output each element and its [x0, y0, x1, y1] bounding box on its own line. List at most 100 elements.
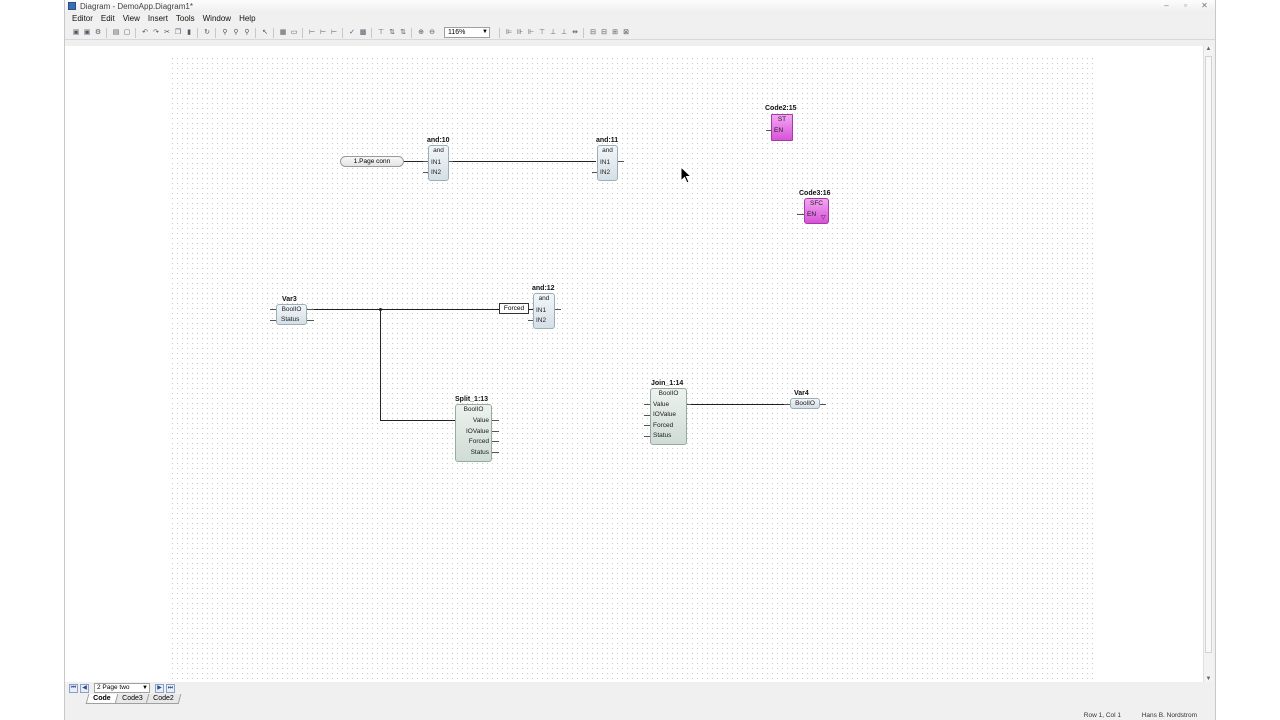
align-left-icon[interactable]: ⊫ — [504, 28, 514, 38]
save-icon[interactable]: ▣ — [71, 28, 81, 38]
replace-icon[interactable]: ⚲ — [242, 28, 252, 38]
menu-edit[interactable]: Edit — [97, 13, 119, 25]
frame-icon[interactable]: ▭ — [289, 28, 299, 38]
join-block[interactable]: BoolIO Value IOValue Forced Status — [650, 388, 687, 445]
variable-block[interactable]: BoolIO Status — [276, 304, 307, 325]
variable-block[interactable]: BoolIO — [790, 398, 820, 409]
menu-help[interactable]: Help — [235, 13, 259, 25]
close-button[interactable]: ✕ — [1196, 1, 1213, 12]
wire — [380, 420, 456, 421]
and-block[interactable]: and IN1 IN2 — [597, 145, 618, 181]
print-preview-icon[interactable]: ▢ — [122, 28, 132, 38]
cut-icon[interactable]: ✂ — [162, 28, 172, 38]
page-connector[interactable]: 1.Page conn — [340, 156, 404, 167]
compile-icon[interactable]: ▩ — [358, 28, 368, 38]
and-block[interactable]: and IN1 IN2 — [533, 293, 555, 329]
grid-icon[interactable]: ⊠ — [621, 28, 631, 38]
refresh-icon[interactable]: ↻ — [202, 28, 212, 38]
menu-window[interactable]: Window — [199, 13, 235, 25]
align-middle-icon[interactable]: ⊥ — [548, 28, 558, 38]
menu-view[interactable]: View — [119, 13, 144, 25]
pin-label: IN1 — [600, 159, 611, 166]
chevron-down-icon: ▼ — [482, 29, 488, 35]
undo-icon[interactable]: ↶ — [140, 28, 150, 38]
distribute-icon[interactable]: ⇹ — [570, 28, 580, 38]
pin-label: EN — [807, 211, 817, 218]
block-type: ST — [777, 116, 787, 123]
table-icon[interactable]: ▦ — [278, 28, 288, 38]
pointer-icon[interactable]: ↖ — [260, 28, 270, 38]
menu-bar: Editor Edit View Insert Tools Window Hel… — [65, 13, 1215, 25]
align-top-icon[interactable]: ⊤ — [537, 28, 547, 38]
tab-code2[interactable]: Code2 — [145, 694, 182, 704]
same-size-icon[interactable]: ⊞ — [610, 28, 620, 38]
scroll-up-icon[interactable]: ▲ — [1204, 46, 1213, 52]
user-name: Hans B. Nordstrom — [1141, 712, 1197, 719]
find-icon[interactable]: ⚲ — [220, 28, 230, 38]
copy-icon[interactable]: ❐ — [173, 28, 183, 38]
same-height-icon[interactable]: ⊟ — [599, 28, 609, 38]
block-name: Var3 — [282, 296, 297, 303]
prev-page-icon[interactable]: ◀ — [80, 683, 89, 693]
scroll-down-icon[interactable]: ▼ — [1204, 676, 1213, 682]
menu-tools[interactable]: Tools — [172, 13, 199, 25]
wire — [314, 309, 499, 310]
diagram-canvas[interactable] — [65, 46, 1205, 682]
block-name: and:11 — [596, 137, 619, 144]
block-type: SFC — [810, 200, 823, 207]
code-sfc-block[interactable]: SFC EN ▽ — [804, 198, 829, 224]
pin-label: IN1 — [431, 159, 442, 166]
block-type: and — [433, 147, 444, 154]
align-center-icon[interactable]: ⊪ — [515, 28, 525, 38]
maximize-button[interactable]: ▫ — [1177, 1, 1194, 12]
menu-editor[interactable]: Editor — [68, 13, 97, 25]
page-select[interactable]: 2 Page two ▼ — [94, 683, 150, 693]
zoom-in-icon[interactable]: ⊕ — [416, 28, 426, 38]
last-page-icon[interactable]: ⏭ — [166, 683, 175, 693]
build-icon[interactable]: ⚙ — [93, 28, 103, 38]
code-st-block[interactable]: ST EN — [771, 114, 793, 141]
variable-reference-tag[interactable]: Forced — [499, 303, 529, 314]
chevron-down-icon: ▼ — [142, 685, 148, 691]
and-block[interactable]: and IN1 IN2 — [428, 145, 449, 181]
tab-code[interactable]: Code — [85, 694, 118, 704]
zoom-select[interactable]: 116% ▼ — [444, 27, 490, 38]
tab-code3[interactable]: Code3 — [114, 694, 150, 704]
block-type: and — [538, 295, 550, 302]
same-width-icon[interactable]: ⊟ — [588, 28, 598, 38]
pin-label: IOValue — [653, 411, 677, 418]
split-block[interactable]: BoolIO Value IOValue Forced Status — [455, 404, 492, 462]
align-right-icon[interactable]: ⊩ — [526, 28, 536, 38]
tree-icon[interactable]: ⊢ — [307, 28, 317, 38]
paste-icon[interactable]: ▮ — [184, 28, 194, 38]
title-bar: Diagram - DemoApp.Diagram1* – ▫ ✕ — [65, 0, 1215, 13]
next-page-icon[interactable]: ▶ — [155, 683, 164, 693]
first-page-icon[interactable]: ⏮ — [69, 683, 78, 693]
window-title: Diagram - DemoApp.Diagram1* — [80, 2, 193, 11]
pin-label: Status — [281, 316, 300, 323]
block-name: Var4 — [794, 390, 809, 397]
zoom-out-icon[interactable]: ⊖ — [427, 28, 437, 38]
zoom-value: 116% — [448, 29, 466, 36]
sort-icon[interactable]: ⇅ — [387, 28, 397, 38]
tree-expand-icon[interactable]: ⊢ — [318, 28, 328, 38]
check-icon[interactable]: ✓ — [347, 28, 357, 38]
wire — [452, 161, 596, 162]
align-bottom-icon[interactable]: ⊥ — [559, 28, 569, 38]
expand-arrow-icon[interactable]: ▽ — [821, 214, 826, 221]
pin-label: Value — [653, 401, 670, 408]
redo-icon[interactable]: ↷ — [151, 28, 161, 38]
wire — [380, 309, 381, 420]
vertical-scrollbar[interactable]: ▲ ▼ — [1203, 46, 1213, 682]
sort-desc-icon[interactable]: ⇅ — [398, 28, 408, 38]
print-icon[interactable]: ▤ — [111, 28, 121, 38]
pin-label: Value — [472, 417, 489, 424]
filter-icon[interactable]: ⊤ — [376, 28, 386, 38]
save-all-icon[interactable]: ▣ — [82, 28, 92, 38]
menu-insert[interactable]: Insert — [144, 13, 172, 25]
editor-tabs: Code Code3 Code2 — [85, 694, 182, 704]
scroll-thumb[interactable] — [1205, 56, 1212, 653]
minimize-button[interactable]: – — [1158, 1, 1175, 12]
tree-collapse-icon[interactable]: ⊢ — [329, 28, 339, 38]
find-next-icon[interactable]: ⚲ — [231, 28, 241, 38]
